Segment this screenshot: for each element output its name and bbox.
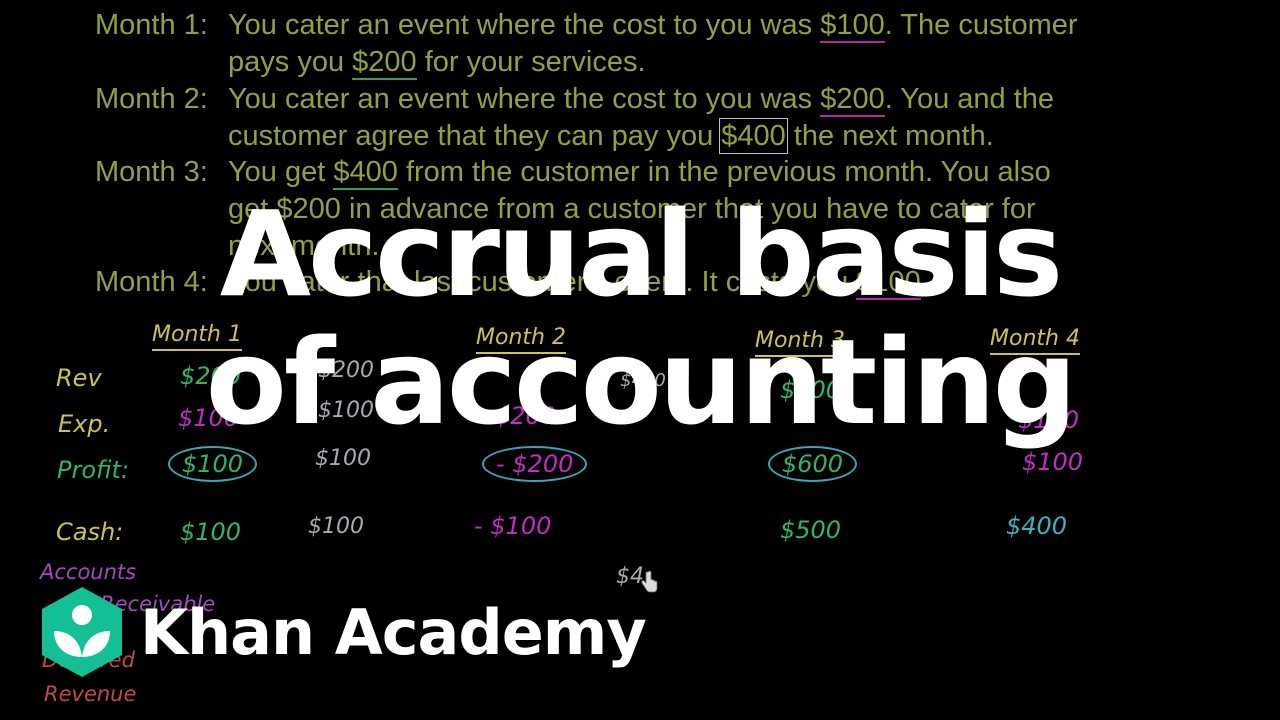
video-title-overlay: Accrual basis of accounting bbox=[0, 190, 1280, 446]
row-label-revenue: Revenue bbox=[44, 682, 137, 706]
m1-cash: $100 bbox=[180, 518, 242, 546]
row-label-accounts: Accounts bbox=[40, 560, 137, 584]
problem-line: pays you $200 for your services. bbox=[228, 46, 646, 80]
m4-profit: $100 bbox=[1022, 448, 1084, 476]
brand-name: Khan Academy bbox=[140, 595, 647, 669]
video-frame[interactable]: Month 1: You cater an event where the co… bbox=[0, 0, 1280, 720]
row-label-cash: Cash: bbox=[56, 518, 124, 546]
problem-line: You cater an event where the cost to you… bbox=[228, 83, 1055, 117]
title-line-1: Accrual basis bbox=[219, 185, 1064, 323]
m1-alt-cash: $100 bbox=[308, 514, 364, 539]
m3-profit: $600 bbox=[768, 446, 858, 482]
title-line-2: of accounting bbox=[205, 313, 1077, 451]
m2-cash: - $100 bbox=[474, 512, 552, 540]
row-label-profit: Profit: bbox=[57, 456, 130, 484]
m1-profit: $100 bbox=[168, 446, 258, 482]
month-label: Month 1: bbox=[95, 9, 208, 41]
khan-academy-hexagon-icon bbox=[42, 587, 122, 677]
problem-line: customer agree that they can pay you $40… bbox=[228, 118, 994, 154]
m2-profit: - $200 bbox=[482, 446, 588, 482]
m3-cash: $500 bbox=[780, 516, 842, 544]
m4-cash: $400 bbox=[1006, 512, 1068, 540]
problem-line: You cater an event where the cost to you… bbox=[228, 9, 1078, 43]
month-label: Month 2: bbox=[95, 83, 208, 115]
khan-academy-logo: Khan Academy bbox=[40, 585, 647, 679]
month-label: Month 3: bbox=[95, 156, 208, 188]
